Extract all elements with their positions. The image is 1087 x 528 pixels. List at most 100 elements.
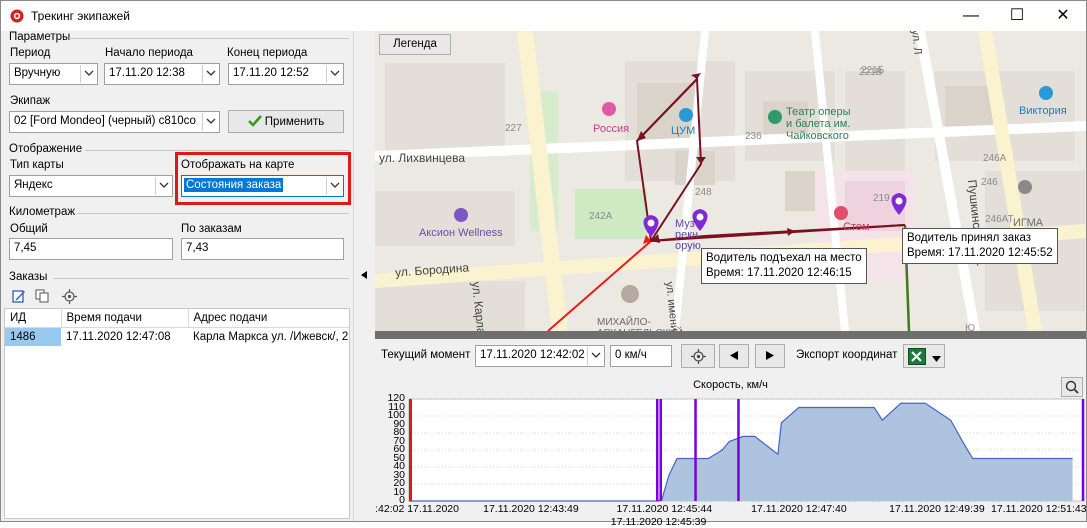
- locate-icon[interactable]: [62, 289, 77, 307]
- map-type-value: Яндекс: [14, 179, 53, 191]
- period-label: Период: [10, 47, 51, 59]
- popup-accepted: Водитель принял заказ Время: 17.11.2020 …: [902, 228, 1058, 264]
- y-tick-label: 120: [387, 392, 405, 404]
- street-lenina: ул. Л: [909, 31, 924, 56]
- popup-arrived-time: Время: 17.11.2020 12:46:15: [706, 267, 852, 279]
- popup-accepted-time: Время: 17.11.2020 12:45:52: [907, 247, 1053, 259]
- house-number: 219: [873, 193, 890, 204]
- house-number: 242А: [589, 211, 613, 222]
- place-tsum: ЦУМ: [671, 125, 696, 137]
- show-on-map-value: Состояния заказа: [184, 178, 284, 192]
- export-excel-button[interactable]: [903, 344, 945, 368]
- triangle-right-icon: [765, 350, 775, 364]
- place-museum: Муз рекн орую: [675, 218, 701, 252]
- chevron-down-icon[interactable]: [202, 65, 218, 83]
- current-moment-label: Текущий момент: [381, 349, 471, 361]
- popup-arrived: Водитель подъехал на место Время: 17.11.…: [701, 248, 867, 284]
- orders-table-header: ИД Время подачи Адрес подачи: [5, 309, 349, 328]
- orders-mileage-label: По заказам: [181, 223, 242, 235]
- total-mileage-field[interactable]: 7,45: [9, 238, 173, 260]
- speed-field[interactable]: 0 км/ч: [610, 345, 672, 367]
- map-type-label: Тип карты: [10, 159, 64, 171]
- mileage-separator: [77, 213, 349, 214]
- show-on-map-label: Отображать на карте: [181, 159, 295, 171]
- display-group-label: Отображение: [9, 143, 83, 155]
- close-button[interactable]: ✕: [1040, 1, 1086, 31]
- end-label: Конец периода: [227, 47, 308, 59]
- column-header-id[interactable]: ИД: [5, 309, 62, 328]
- crew-value: 02 [Ford Mondeo] (черный) с810со: [14, 115, 196, 127]
- app-icon: [10, 9, 24, 26]
- orders-mileage-field[interactable]: 7,43: [181, 238, 344, 260]
- app-window: Трекинг экипажей — ☐ ✕ Параметры Период …: [0, 0, 1087, 528]
- period-select[interactable]: Вручную: [9, 63, 98, 85]
- chevron-down-icon[interactable]: [155, 177, 171, 195]
- apply-label: Применить: [264, 116, 325, 128]
- orders-group-label: Заказы: [9, 271, 48, 283]
- crew-label: Экипаж: [10, 95, 51, 107]
- chevron-down-icon[interactable]: [202, 113, 218, 131]
- window-title: Трекинг экипажей: [31, 9, 130, 23]
- start-date-picker[interactable]: 17.11.20 12:38: [104, 63, 220, 85]
- popup-accepted-title: Водитель принял заказ: [907, 232, 1032, 244]
- table-row[interactable]: 1486 17.11.2020 12:47:08 Карла Маркса ул…: [5, 327, 349, 347]
- copy-icon[interactable]: [35, 289, 49, 306]
- chevron-down-icon[interactable]: [326, 65, 342, 83]
- column-header-address[interactable]: Адрес подачи: [188, 309, 349, 328]
- column-header-time[interactable]: Время подачи: [61, 309, 189, 328]
- map-view[interactable]: Легенда Россия ЦУМ Театр оперы и балета …: [375, 31, 1086, 331]
- edit-icon[interactable]: [12, 289, 26, 306]
- speed-chart-panel: Скорость, км/ч 0 10 20 30 40 50 60 70 80 90 100 110…: [375, 375, 1086, 528]
- orders-separator: [53, 278, 349, 279]
- end-date-picker[interactable]: 17.11.20 12:52: [228, 63, 344, 85]
- speed-chart-svg: [408, 398, 1085, 502]
- checkmark-icon: [247, 115, 262, 130]
- place-stom: Стом: [843, 221, 870, 233]
- house-number: 248: [695, 187, 712, 198]
- map-chart-divider[interactable]: [375, 331, 1086, 339]
- left-panel: Параметры Период Вручную Начало периода …: [1, 31, 353, 521]
- total-mileage-label: Общий: [10, 223, 48, 235]
- minimize-button[interactable]: —: [948, 1, 994, 31]
- x-tick-label: 17.11.2020 12:51:43: [991, 503, 1086, 515]
- place-theatre: Театр оперы и балета им. Чайковского: [786, 106, 851, 142]
- chevron-down-icon[interactable]: [587, 347, 603, 365]
- show-on-map-select[interactable]: Состояния заказа: [181, 175, 344, 197]
- cell-address[interactable]: Карла Маркса ул. /Ижевск/, 2: [188, 328, 349, 347]
- chevron-down-icon[interactable]: [80, 65, 96, 83]
- x-tick-label: 17.11.2020 12:43:49: [483, 503, 579, 515]
- maximize-button[interactable]: ☐: [994, 1, 1040, 31]
- x-tick-label: 17.11.2020 12:45:39: [610, 516, 707, 528]
- panel-splitter[interactable]: [353, 31, 375, 521]
- map-type-select[interactable]: Яндекс: [9, 175, 173, 197]
- house-number: 221В: [859, 67, 883, 78]
- speed-chart[interactable]: 010203040506070809010011012017.11.2020 1…: [375, 375, 1086, 528]
- chevron-down-icon[interactable]: [326, 177, 342, 195]
- chevron-down-icon[interactable]: [932, 353, 941, 365]
- crew-select[interactable]: 02 [Ford Mondeo] (черный) с810со: [9, 111, 220, 133]
- house-number: Ю: [965, 323, 976, 331]
- cell-id[interactable]: 1486: [5, 327, 61, 346]
- house-number: 246АТ: [985, 214, 1014, 225]
- excel-icon: [908, 348, 926, 368]
- playback-toolbar: Текущий момент 17.11.2020 12:42:02 0 км/…: [375, 339, 1086, 375]
- house-number: 246А: [983, 153, 1007, 164]
- crosshair-icon: [690, 349, 706, 367]
- orders-table: ИД Время подачи Адрес подачи 1486 17.11.…: [4, 308, 350, 519]
- export-label: Экспорт координат: [796, 349, 898, 361]
- collapse-arrow-icon[interactable]: [360, 269, 368, 283]
- current-moment-picker[interactable]: 17.11.2020 12:42:02: [475, 345, 605, 367]
- x-tick-label: 17.11.2020 12:47:40: [751, 503, 847, 515]
- step-back-button[interactable]: [719, 344, 749, 368]
- cell-time[interactable]: 17.11.2020 12:47:08: [61, 328, 188, 347]
- step-forward-button[interactable]: [755, 344, 785, 368]
- place-rossiya: Россия: [593, 123, 630, 135]
- place-victoria: Виктория: [1019, 105, 1067, 117]
- mileage-group-label: Километраж: [9, 206, 76, 218]
- end-value: 17.11.20 12:52: [233, 67, 309, 79]
- apply-button[interactable]: Применить: [228, 110, 344, 133]
- legend-button[interactable]: Легенда: [379, 34, 451, 55]
- center-on-car-button[interactable]: [681, 344, 715, 368]
- period-value: Вручную: [14, 67, 61, 79]
- street-likhvintseva: ул. Лихвинцева: [379, 151, 466, 165]
